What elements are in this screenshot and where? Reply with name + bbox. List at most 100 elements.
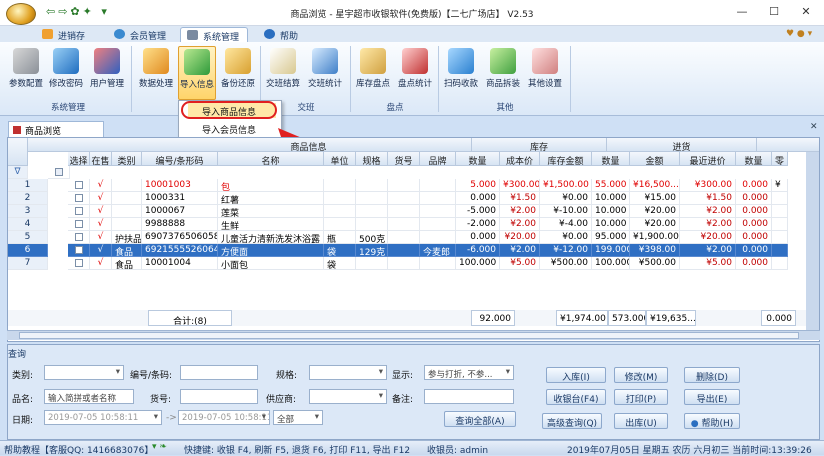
category-select[interactable]: [44, 365, 124, 380]
user-management-button[interactable]: 用户管理: [88, 46, 126, 100]
chart-icon: [312, 48, 338, 74]
cell-on: √: [90, 205, 112, 218]
row-select-checkbox[interactable]: [68, 231, 90, 244]
display-select[interactable]: 参与打折, 不参...: [424, 365, 514, 380]
row-select-checkbox[interactable]: [68, 244, 90, 257]
column-header[interactable]: 金额: [630, 152, 680, 166]
export-button[interactable]: 导出(E): [684, 389, 740, 405]
checkbox[interactable]: [74, 232, 83, 241]
edit-button[interactable]: 修改(M): [614, 367, 668, 383]
maximize-button[interactable]: ☐: [764, 5, 784, 18]
checkbox[interactable]: [74, 193, 83, 202]
column-header[interactable]: 选择: [68, 152, 90, 166]
column-header[interactable]: 在售: [90, 152, 112, 166]
date-range-select[interactable]: 全部: [273, 410, 323, 425]
stock-out-button[interactable]: 出库(U): [614, 413, 668, 429]
help-icon: ●: [690, 419, 702, 429]
ribbon-options-icon[interactable]: ♥ ● ▾: [786, 29, 812, 39]
stock-in-button[interactable]: 入库(I): [546, 367, 606, 383]
column-header[interactable]: 数量: [592, 152, 630, 166]
column-header[interactable]: 货号: [388, 152, 420, 166]
checkbox[interactable]: [74, 180, 83, 189]
column-header[interactable]: 品牌: [420, 152, 456, 166]
note-input[interactable]: [424, 389, 514, 404]
import-info-button[interactable]: 导入信息: [178, 46, 216, 100]
checkbox[interactable]: [74, 258, 83, 267]
column-header[interactable]: 数量: [736, 152, 772, 166]
item-no-input[interactable]: [180, 389, 258, 404]
change-password-button[interactable]: 修改密码: [47, 46, 85, 100]
column-header[interactable]: 数量: [456, 152, 500, 166]
print-button[interactable]: 打印(P): [614, 389, 668, 405]
footer-total: 合计:(8): [148, 310, 232, 326]
close-button[interactable]: ✕: [796, 5, 816, 18]
cell-z: [772, 231, 788, 244]
query-all-button[interactable]: 查询全部(A): [444, 411, 516, 427]
advanced-query-button[interactable]: 高级查询(Q): [542, 413, 602, 429]
table-row[interactable]: 1 √ 10001003 包 5.000 ¥300.00 ¥1,500.00 55.000 ¥1…: [8, 179, 819, 192]
cell-on: √: [90, 257, 112, 270]
supplier-select[interactable]: [309, 389, 387, 404]
product-split-button[interactable]: 商品拆装: [484, 46, 522, 100]
checkbox[interactable]: [74, 245, 83, 254]
delete-button[interactable]: 删除(D): [684, 367, 740, 383]
cell-code: 6921555526064: [142, 244, 218, 257]
scan-pay-button[interactable]: 扫码收款: [442, 46, 480, 100]
filter-row[interactable]: ∇: [8, 166, 819, 179]
group-separator: [438, 46, 439, 112]
stock-count-button[interactable]: 库存盘点: [354, 46, 392, 100]
date-from-input[interactable]: 2019-07-05 10:58:11: [44, 410, 162, 425]
table-row[interactable]: 3 √ 1000067 莲菜 -5.000 ¥2.00 ¥-10.00 10.000 ¥20.0…: [8, 205, 819, 218]
help-button[interactable]: ● 帮助(H): [684, 413, 740, 429]
backup-restore-button[interactable]: 备份还原: [219, 46, 257, 100]
column-header[interactable]: 库存金额: [540, 152, 592, 166]
table-row[interactable]: 4 √ 9988888 生鲜 -2.000 ¥2.00 ¥-4.00 10.000 ¥20.00…: [8, 218, 819, 231]
shift-settle-button[interactable]: 交班结算: [264, 46, 302, 100]
row-select-checkbox[interactable]: [68, 192, 90, 205]
shift-stats-button[interactable]: 交班统计: [306, 46, 344, 100]
column-header[interactable]: 编号/条形码: [142, 152, 218, 166]
column-header[interactable]: 最近进价: [680, 152, 736, 166]
tab-members[interactable]: 会员管理: [108, 27, 174, 42]
cell-unit: [324, 179, 356, 192]
tab-inventory[interactable]: 进销存: [36, 27, 93, 42]
row-select-checkbox[interactable]: [68, 218, 90, 231]
vertical-scrollbar[interactable]: [806, 152, 819, 330]
column-header[interactable]: 规格: [356, 152, 388, 166]
code-input[interactable]: [180, 365, 258, 380]
checkbox[interactable]: [74, 206, 83, 215]
cell-last: ¥5.00: [680, 257, 736, 270]
checkbox[interactable]: [74, 219, 83, 228]
spec-select[interactable]: [309, 365, 387, 380]
tab-help[interactable]: 帮助: [258, 27, 306, 42]
column-header[interactable]: 类别: [112, 152, 142, 166]
product-name-input[interactable]: 输入简拼或者名称: [44, 389, 134, 404]
doc-tab-product-browse[interactable]: 商品浏览: [8, 121, 104, 137]
cell-amt: ¥-12.00: [540, 244, 592, 257]
data-process-button[interactable]: 数据处理: [137, 46, 175, 100]
column-header[interactable]: 成本价: [500, 152, 540, 166]
count-stats-button[interactable]: 盘点统计: [396, 46, 434, 100]
row-select-checkbox[interactable]: [68, 257, 90, 270]
table-row[interactable]: 2 √ 1000331 红薯 0.000 ¥1.50 ¥0.00 10.000 ¥15.00 ¥1…: [8, 192, 819, 205]
column-header[interactable]: 单位: [324, 152, 356, 166]
row-select-checkbox[interactable]: [68, 205, 90, 218]
column-header[interactable]: 名称: [218, 152, 324, 166]
table-row[interactable]: 6 √ 食品 6921555526064 方便面袋 129克 今麦郎 -6.000 ¥2.00 ¥…: [8, 244, 819, 257]
row-number: 2: [8, 192, 48, 205]
other-settings-button[interactable]: 其他设置: [526, 46, 564, 100]
horizontal-scrollbar[interactable]: [7, 330, 820, 340]
tab-system[interactable]: 系统管理: [180, 27, 249, 43]
doc-close-icon[interactable]: ✕: [810, 122, 818, 132]
minimize-button[interactable]: —: [732, 5, 752, 18]
menu-import-members[interactable]: 导入会员信息: [188, 121, 276, 136]
table-row[interactable]: 5 √ 护扶品 6907376506058 儿童活力清新洗发沐浴露瓶 500克 0.000 ¥…: [8, 231, 819, 244]
status-help[interactable]: 帮助教程【客服QQ: 1416683076】: [4, 443, 153, 456]
table-row[interactable]: 7 √ 食品 10001004 小面包袋 100.000 ¥5.00 ¥500.00 100.0…: [8, 257, 819, 270]
cashier-button[interactable]: 收银台(F4): [546, 389, 606, 405]
column-header[interactable]: 零: [772, 152, 788, 166]
cell-name: 小面包: [218, 257, 324, 270]
params-config-button[interactable]: 参数配置: [7, 46, 45, 100]
date-to-input[interactable]: 2019-07-05 10:58:11: [178, 410, 270, 425]
row-select-checkbox[interactable]: [68, 179, 90, 192]
